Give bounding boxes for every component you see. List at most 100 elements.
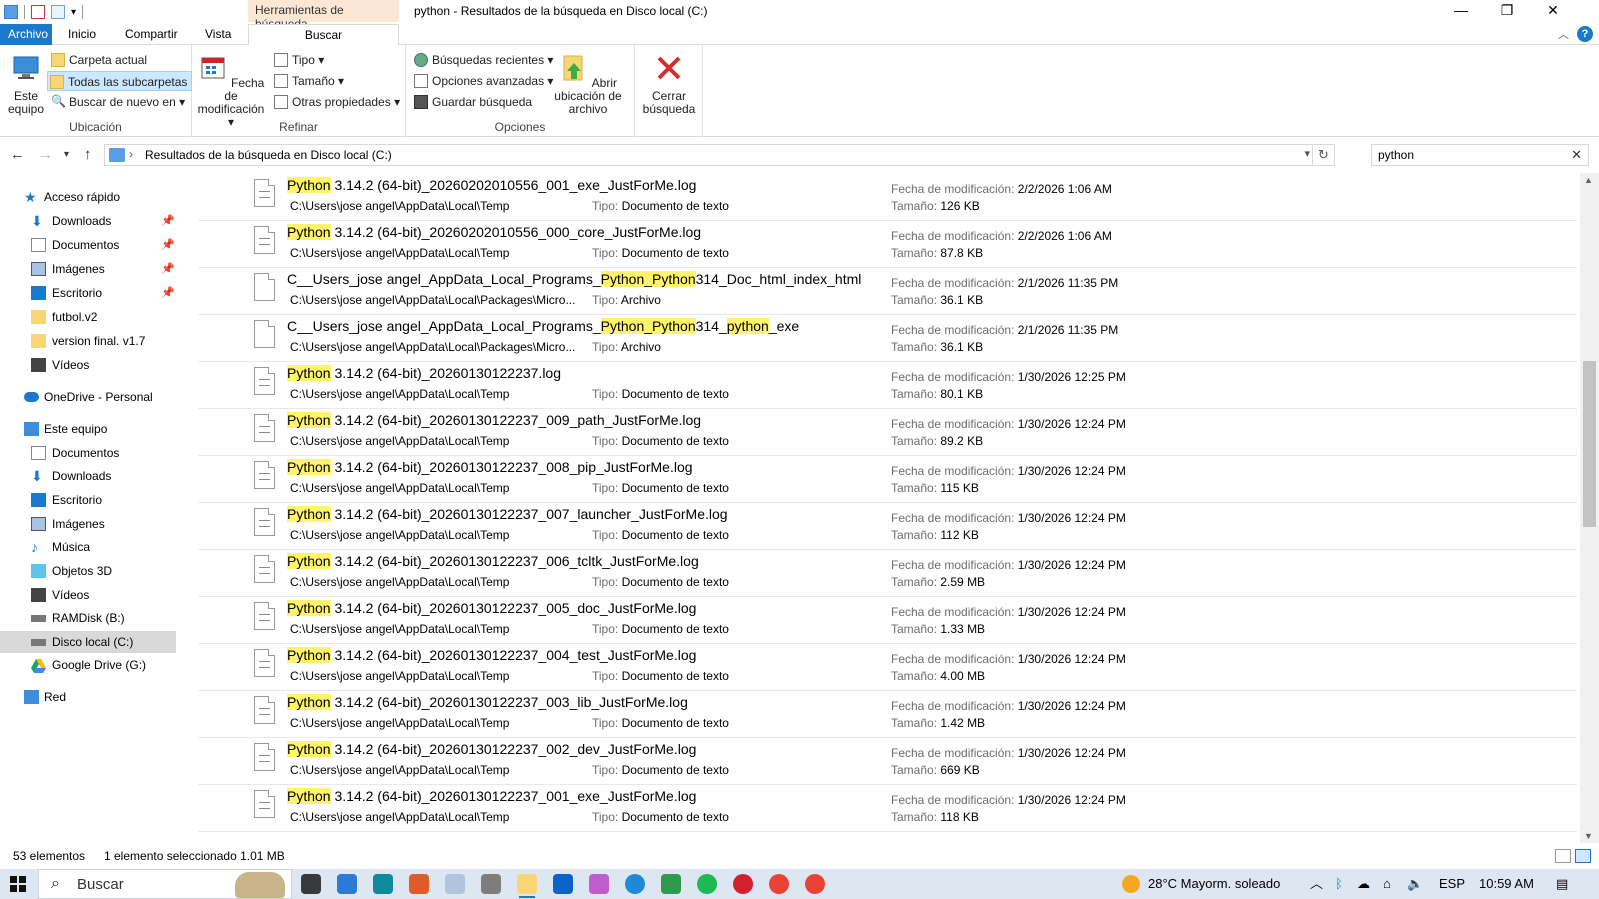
result-row[interactable]: Python 3.14.2 (64-bit)_20260202010556_00… bbox=[198, 173, 1577, 221]
result-row[interactable]: Python 3.14.2 (64-bit)_20260130122237_00… bbox=[198, 643, 1577, 691]
calculator-app-icon[interactable] bbox=[481, 874, 501, 894]
tab-view[interactable]: Vista bbox=[197, 24, 239, 45]
result-filename[interactable]: Python 3.14.2 (64-bit)_20260202010556_00… bbox=[287, 177, 696, 193]
all-subfolders-button[interactable]: Todas las subcarpetas bbox=[47, 71, 193, 91]
up-arrow-icon[interactable]: ↑ bbox=[84, 146, 92, 163]
minimize-button[interactable]: — bbox=[1438, 0, 1484, 22]
opera-icon[interactable] bbox=[733, 874, 753, 894]
windows-start-icon[interactable] bbox=[10, 876, 26, 892]
nav-qa-downloads[interactable]: ⬇ Downloads 📌 bbox=[0, 210, 176, 232]
spotify-icon[interactable] bbox=[697, 874, 717, 894]
result-row[interactable]: Python 3.14.2 (64-bit)_20260130122237_00… bbox=[198, 690, 1577, 738]
chrome-profile-icon[interactable] bbox=[805, 874, 825, 894]
search-again-button[interactable]: 🔍 Buscar de nuevo en ▾ bbox=[49, 92, 189, 112]
open-file-location-button[interactable]: Abrir ubicación de archivo bbox=[546, 53, 630, 116]
scrollbar-thumb[interactable] bbox=[1583, 361, 1596, 527]
result-filename[interactable]: Python 3.14.2 (64-bit)_20260130122237_00… bbox=[287, 506, 728, 522]
clear-search-icon[interactable]: ✕ bbox=[1571, 147, 1582, 163]
file-explorer-icon[interactable] bbox=[517, 874, 537, 898]
nav-pc-downloads[interactable]: ⬇ Downloads bbox=[0, 465, 176, 487]
nav-pc-images[interactable]: Imágenes bbox=[0, 513, 176, 535]
result-row[interactable]: Python 3.14.2 (64-bit)_20260130122237_00… bbox=[198, 502, 1577, 550]
nav-quick-access[interactable]: ★ Acceso rápido bbox=[0, 186, 176, 208]
recent-searches-button[interactable]: Búsquedas recientes ▾ bbox=[412, 50, 557, 70]
result-row[interactable]: Python 3.14.2 (64-bit)_20260130122237.lo… bbox=[198, 361, 1577, 409]
search-input[interactable] bbox=[1378, 148, 1558, 162]
restore-button[interactable]: ❐ bbox=[1484, 0, 1530, 22]
current-folder-button[interactable]: Carpeta actual bbox=[49, 50, 151, 70]
volume-icon[interactable]: 🔈 bbox=[1407, 869, 1423, 899]
vertical-scrollbar[interactable]: ▲ ▼ bbox=[1580, 173, 1599, 843]
nav-version-final[interactable]: version final. v1.7 bbox=[0, 330, 176, 352]
details-view-icon[interactable] bbox=[1555, 849, 1571, 863]
nav-onedrive[interactable]: OneDrive - Personal bbox=[0, 386, 176, 408]
calculator-icon[interactable] bbox=[337, 874, 357, 894]
result-row[interactable]: Python 3.14.2 (64-bit)_20260130122237_00… bbox=[198, 784, 1577, 832]
pin-icon[interactable]: 📌 bbox=[161, 282, 175, 304]
nav-qa-desktop[interactable]: Escritorio 📌 bbox=[0, 282, 176, 304]
address-path[interactable]: Resultados de la búsqueda en Disco local… bbox=[145, 148, 392, 162]
result-row[interactable]: Python 3.14.2 (64-bit)_20260130122237_00… bbox=[198, 455, 1577, 503]
nav-pc-videos[interactable]: Vídeos bbox=[0, 584, 176, 606]
large-icons-view-icon[interactable] bbox=[1575, 849, 1591, 863]
result-row[interactable]: Python 3.14.2 (64-bit)_20260130122237_00… bbox=[198, 549, 1577, 597]
edge-icon[interactable] bbox=[625, 874, 645, 894]
bluetooth-icon[interactable]: ᛒ bbox=[1335, 869, 1343, 899]
tab-share[interactable]: Compartir bbox=[117, 24, 186, 45]
advanced-options-button[interactable]: Opciones avanzadas ▾ bbox=[412, 71, 557, 91]
result-filename[interactable]: Python 3.14.2 (64-bit)_20260130122237_00… bbox=[287, 788, 696, 804]
recent-locations-icon[interactable]: ▾ bbox=[64, 149, 69, 160]
result-filename[interactable]: Python 3.14.2 (64-bit)_20260130122237.lo… bbox=[287, 365, 561, 381]
network-status-icon[interactable]: ⌂ bbox=[1383, 869, 1391, 899]
nav-qa-documents[interactable]: Documentos 📌 bbox=[0, 234, 176, 256]
scroll-up-icon[interactable]: ▲ bbox=[1584, 175, 1593, 185]
nav-qa-videos[interactable]: Vídeos bbox=[0, 354, 176, 376]
chrome-icon[interactable] bbox=[769, 874, 789, 894]
result-row[interactable]: C__Users_jose angel_AppData_Local_Progra… bbox=[198, 314, 1577, 362]
result-filename[interactable]: Python 3.14.2 (64-bit)_20260130122237_00… bbox=[287, 741, 696, 757]
size-button[interactable]: Tamaño ▾ bbox=[272, 71, 348, 91]
input-language[interactable]: ESP bbox=[1439, 869, 1465, 899]
result-row[interactable]: Python 3.14.2 (64-bit)_20260130122237_00… bbox=[198, 596, 1577, 644]
pin-icon[interactable]: 📌 bbox=[161, 234, 175, 256]
pin-icon[interactable]: 📌 bbox=[161, 210, 175, 232]
task-view-icon[interactable] bbox=[301, 874, 321, 894]
save-search-button[interactable]: Guardar búsqueda bbox=[412, 92, 536, 112]
nav-futbol[interactable]: futbol.v2 bbox=[0, 306, 176, 328]
nav-ramdisk[interactable]: RAMDisk (B:) bbox=[0, 607, 176, 629]
outlook-icon[interactable] bbox=[553, 874, 573, 894]
copilot-icon[interactable] bbox=[589, 874, 609, 894]
nav-local-disk[interactable]: Disco local (C:) bbox=[0, 631, 176, 653]
this-pc-button[interactable]: Este equipo bbox=[4, 53, 48, 116]
notifications-icon[interactable]: ▤ bbox=[1556, 869, 1568, 899]
clock[interactable]: 10:59 AM bbox=[1479, 869, 1534, 899]
refresh-icon[interactable]: ↻ bbox=[1312, 145, 1334, 165]
qat-customize-icon[interactable]: ▾ bbox=[71, 7, 76, 18]
properties-icon[interactable] bbox=[31, 5, 45, 19]
forward-arrow-icon[interactable]: → bbox=[38, 146, 53, 163]
chevron-right-icon[interactable]: › bbox=[129, 147, 133, 161]
collapse-ribbon-icon[interactable]: ︿ bbox=[1558, 26, 1569, 42]
app-icon-3[interactable] bbox=[445, 874, 465, 894]
nav-pc-desktop[interactable]: Escritorio bbox=[0, 489, 176, 511]
result-filename[interactable]: Python 3.14.2 (64-bit)_20260130122237_00… bbox=[287, 694, 688, 710]
result-filename[interactable]: Python 3.14.2 (64-bit)_20260130122237_00… bbox=[287, 600, 696, 616]
result-row[interactable]: Python 3.14.2 (64-bit)_20260130122237_00… bbox=[198, 408, 1577, 456]
back-arrow-icon[interactable]: ← bbox=[10, 146, 25, 163]
result-filename[interactable]: Python 3.14.2 (64-bit)_20260130122237_00… bbox=[287, 412, 701, 428]
nav-pc-documents[interactable]: Documentos bbox=[0, 442, 176, 464]
nav-pc-3d[interactable]: Objetos 3D bbox=[0, 560, 176, 582]
result-filename[interactable]: Python 3.14.2 (64-bit)_20260130122237_00… bbox=[287, 553, 699, 569]
nav-network[interactable]: Red bbox=[0, 686, 176, 708]
show-hidden-icons-icon[interactable]: ︿ bbox=[1310, 869, 1323, 899]
taskbar-search[interactable]: ⌕ Buscar bbox=[38, 869, 292, 899]
result-filename[interactable]: C__Users_jose angel_AppData_Local_Progra… bbox=[287, 318, 799, 334]
pin-icon[interactable]: 📌 bbox=[161, 258, 175, 280]
result-filename[interactable]: Python 3.14.2 (64-bit)_20260130122237_00… bbox=[287, 647, 696, 663]
weather-icon[interactable] bbox=[1122, 875, 1140, 893]
type-button[interactable]: Tipo ▾ bbox=[272, 50, 328, 70]
app-icon-2[interactable] bbox=[409, 874, 429, 894]
close-search-button[interactable]: Cerrar búsqueda bbox=[637, 53, 701, 116]
weather-text[interactable]: 28°C Mayorm. soleado bbox=[1148, 869, 1280, 899]
result-row[interactable]: Python 3.14.2 (64-bit)_20260130122237_00… bbox=[198, 737, 1577, 785]
